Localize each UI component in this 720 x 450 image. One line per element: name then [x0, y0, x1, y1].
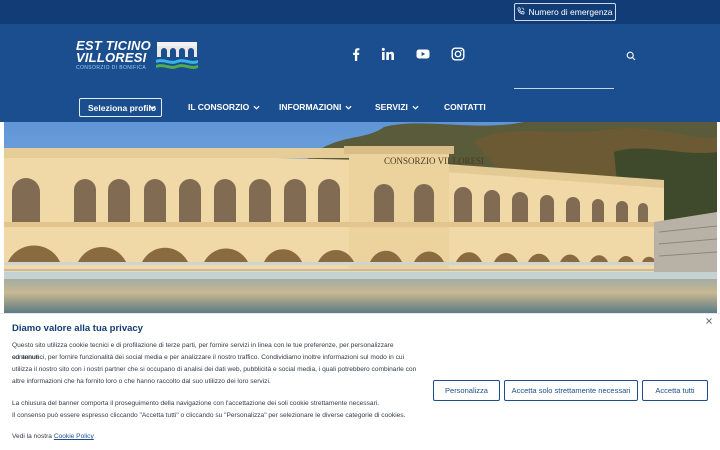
nav-item-label: SERVIZI — [375, 102, 408, 112]
cookie-banner-title: Diamo valore alla tua privacy — [12, 323, 143, 334]
search-input[interactable] — [514, 65, 614, 88]
accept-necessary-button[interactable]: Accetta solo strettamente necessari — [504, 380, 638, 401]
chevron-down-icon — [345, 105, 352, 110]
profile-select-label: Seleziona profilo — [88, 102, 157, 113]
nav-item-label: CONTATTI — [444, 102, 486, 112]
youtube-icon[interactable] — [416, 47, 430, 61]
emergency-number-label: Numero di emergenza — [528, 7, 613, 17]
nav-item-label: INFORMAZIONI — [279, 102, 342, 112]
close-icon[interactable] — [705, 317, 713, 325]
hero-image: CONSORZIO VILLORESI — [4, 122, 717, 313]
chevron-down-icon — [253, 105, 260, 110]
accept-all-button[interactable]: Accetta tutti — [642, 380, 708, 401]
nav-item-servizi[interactable]: SERVIZI — [375, 102, 419, 112]
cookie-text-line: Il consenso può essere espresso cliccand… — [12, 412, 406, 419]
cookie-policy-line: Vedi la nostra Cookie Policy — [12, 431, 422, 443]
cookie-policy-prefix: Vedi la nostra — [12, 433, 52, 440]
emergency-number-button[interactable]: Numero di emergenza — [514, 3, 616, 21]
building-sign: CONSORZIO VILLORESI — [384, 156, 484, 166]
facebook-icon[interactable] — [349, 47, 363, 61]
cookie-text-line: utilizza il nostro sito con i nostri par… — [12, 366, 417, 373]
page: Numero di emergenza EST TICINO VILLORESI… — [0, 0, 720, 450]
search-field — [514, 65, 614, 89]
nav-item-il-consorzio[interactable]: IL CONSORZIO — [188, 102, 260, 112]
cookie-text-line: altre informazioni che ha fornito loro o… — [12, 378, 271, 385]
nav-item-informazioni[interactable]: INFORMAZIONI — [279, 102, 352, 112]
linkedin-icon[interactable] — [381, 47, 395, 61]
logo-bridge-icon — [156, 42, 198, 69]
cookie-banner: Diamo valore alla tua privacy Questo sit… — [0, 313, 720, 450]
nav-item-label: IL CONSORZIO — [188, 102, 250, 112]
cookie-text-line: ed annunci, per fornire funzionalità dei… — [12, 354, 405, 361]
logo[interactable]: EST TICINO VILLORESI CONSORZIO DI BONIFI… — [76, 39, 200, 72]
cookie-text-line: La chiusura del banner comporta il prose… — [12, 400, 380, 407]
nav-item-contatti[interactable]: CONTATTI — [444, 102, 486, 112]
instagram-icon[interactable] — [451, 47, 465, 61]
profile-select[interactable]: Seleziona profilo — [79, 98, 162, 117]
customize-button[interactable]: Personalizza — [433, 380, 500, 401]
header: EST TICINO VILLORESI CONSORZIO DI BONIFI… — [0, 24, 720, 122]
search-icon[interactable] — [626, 51, 636, 61]
chevron-down-icon — [149, 105, 156, 110]
chevron-down-icon — [412, 105, 419, 110]
phone-icon — [517, 7, 525, 17]
cookie-policy-link[interactable]: Cookie Policy — [54, 433, 94, 440]
top-bar: Numero di emergenza — [0, 0, 720, 24]
